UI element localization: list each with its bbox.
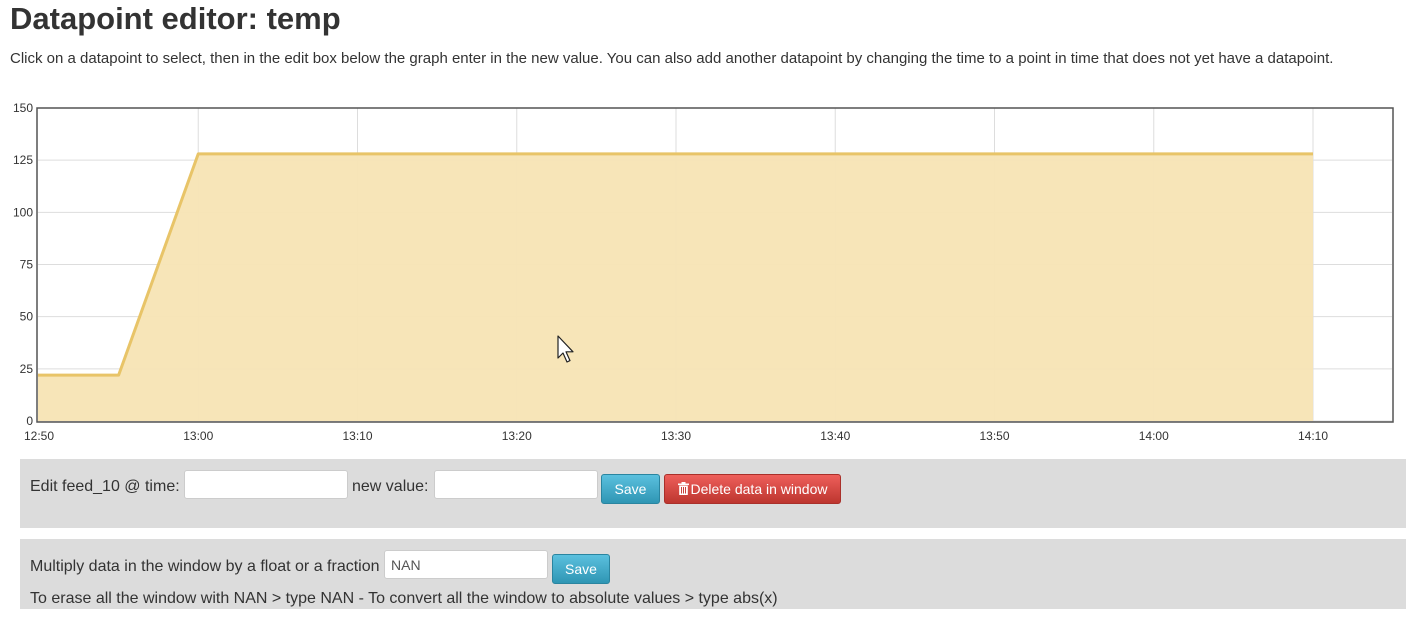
data-point[interactable] [35,372,41,378]
multiply-panel: Multiply data in the window by a float o… [20,539,1406,609]
x-tick-label: 13:50 [979,429,1009,443]
multiply-save-label: Save [565,561,597,577]
x-tick-label: 13:10 [342,429,372,443]
trash-icon [677,482,689,495]
chart-series[interactable] [35,151,1316,421]
page-title: Datapoint editor: temp [10,1,341,36]
multiply-help-text: To erase all the window with NAN > type … [30,590,778,607]
y-axis-labels: 0 25 50 75 100 125 150 [13,101,33,428]
delete-button-label: Delete data in window [690,481,828,497]
x-tick-label: 13:20 [502,429,532,443]
multiply-input[interactable] [384,550,548,579]
save-button[interactable]: Save [601,474,660,504]
y-tick-label: 100 [13,205,33,219]
x-tick-label: 13:00 [183,429,213,443]
new-value-label: new value: [352,478,429,495]
mouse-cursor-icon [557,335,574,363]
series-area [38,153,1313,421]
y-tick-label: 0 [26,414,33,428]
datapoint-chart[interactable]: 0 25 50 75 100 125 150 12:50 13:00 13:10 13:20 13:… [0,98,1406,448]
edit-panel: Edit feed_10 @ time: new value: Save Del… [20,459,1406,528]
page-description: Click on a datapoint to select, then in … [10,50,1334,67]
x-tick-label: 13:30 [661,429,691,443]
y-tick-label: 50 [20,310,34,324]
edit-time-label: Edit feed_10 @ time: [30,478,180,495]
y-tick-label: 25 [20,362,34,376]
x-tick-label: 14:00 [1139,429,1169,443]
multiply-label: Multiply data in the window by a float o… [30,558,380,575]
save-button-label: Save [614,481,647,497]
y-tick-label: 125 [13,153,33,167]
data-point[interactable] [195,151,201,157]
data-point[interactable] [116,372,122,378]
y-tick-label: 75 [20,258,34,272]
data-point[interactable] [1310,151,1316,157]
delete-data-button[interactable]: Delete data in window [664,474,841,504]
x-axis-labels: 12:50 13:00 13:10 13:20 13:30 13:40 13:50 14:00… [24,429,1328,443]
multiply-save-button[interactable]: Save [552,554,610,584]
edit-time-input[interactable] [184,470,348,499]
x-tick-label: 14:10 [1298,429,1328,443]
x-tick-label: 12:50 [24,429,54,443]
x-tick-label: 13:40 [820,429,850,443]
new-value-input[interactable] [434,470,598,499]
y-tick-label: 150 [13,101,33,115]
